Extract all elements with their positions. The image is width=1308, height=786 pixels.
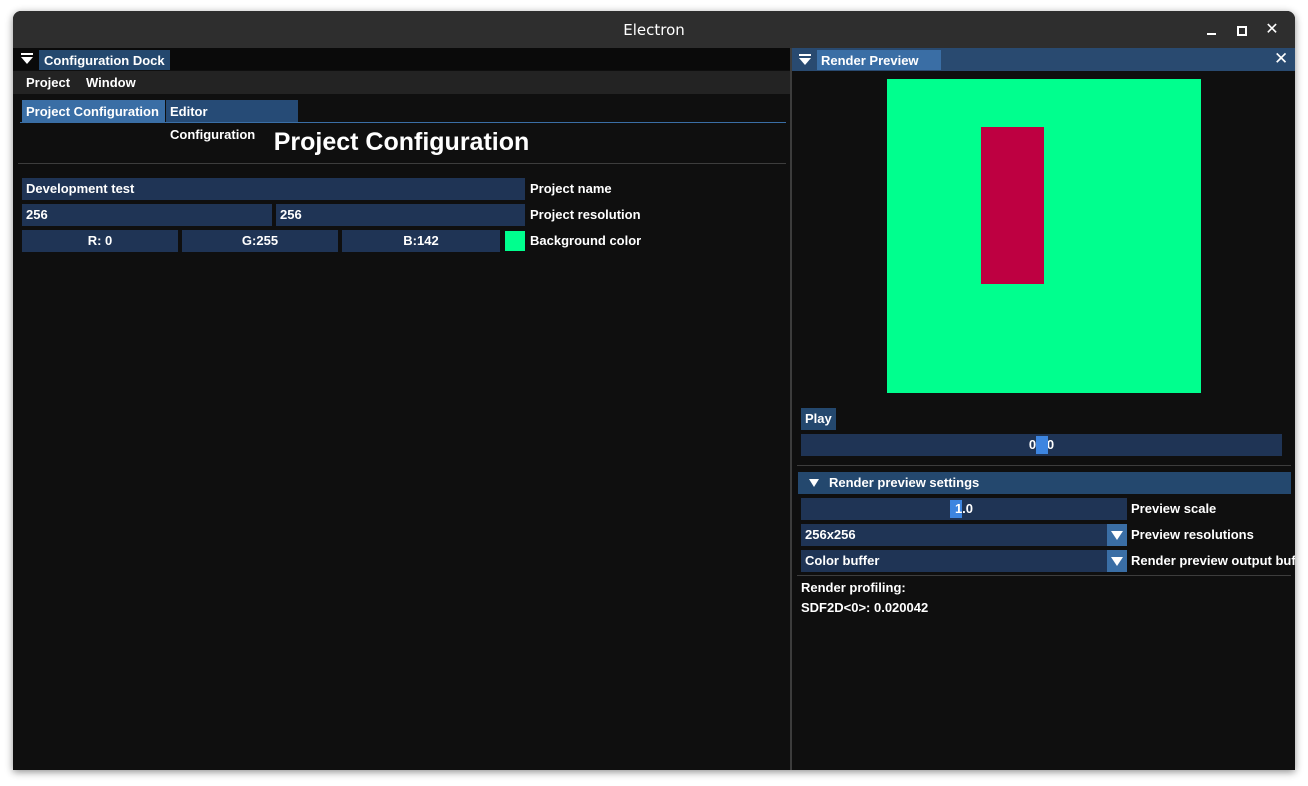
profiling-title: Render profiling: (801, 580, 906, 595)
resolution-width-input[interactable]: 256 (22, 204, 272, 226)
app-window: Electron ✕ Configuration Dock Project Wi… (13, 11, 1295, 770)
preview-resolution-select[interactable]: 256x256 (801, 524, 1107, 546)
close-window-button[interactable]: ✕ (1263, 21, 1281, 39)
minimize-button[interactable] (1203, 21, 1221, 39)
render-canvas (887, 79, 1201, 393)
divider (797, 465, 1291, 466)
divider (797, 575, 1291, 576)
tab-project-configuration[interactable]: Project Configuration (22, 100, 165, 122)
background-color-label: Background color (530, 233, 642, 248)
render-preview-panel: Render Preview ✕ Play 0.50 Render previe… (792, 48, 1295, 770)
play-button[interactable]: Play (801, 408, 836, 430)
collapse-arrow-icon (809, 479, 819, 487)
resolution-height-input[interactable]: 256 (276, 204, 525, 226)
tab-editor-configuration[interactable]: Editor Configuration (166, 100, 298, 142)
slider-grab-handle[interactable] (1036, 436, 1048, 454)
menu-window[interactable]: Window (86, 74, 136, 91)
page-title: Project Configuration (273, 128, 530, 156)
close-icon[interactable]: ✕ (1274, 49, 1288, 69)
menu-project[interactable]: Project (26, 74, 70, 91)
preview-resolution-label: Preview resolutions (1131, 527, 1254, 542)
color-b-input[interactable]: B:142 (342, 230, 500, 252)
tab-underline (20, 122, 786, 123)
project-name-input[interactable]: Development test (22, 178, 525, 200)
divider (18, 163, 786, 164)
minimize-icon (1207, 33, 1216, 35)
rendered-shape (981, 127, 1044, 284)
profiling-entry: SDF2D<0>: 0.020042 (801, 600, 929, 615)
render-preview-settings-header[interactable]: Render preview settings (798, 472, 1291, 494)
window-title: Electron (623, 21, 685, 39)
output-buffer-select[interactable]: Color buffer (801, 550, 1107, 572)
time-slider[interactable]: 0.50 (801, 434, 1282, 456)
color-r-input[interactable]: R: 0 (22, 230, 178, 252)
settings-header-label: Render preview settings (829, 475, 980, 490)
maximize-icon (1237, 26, 1247, 36)
configuration-dock: Configuration Dock Project Window Projec… (13, 48, 790, 770)
background-color-swatch[interactable] (505, 231, 525, 251)
color-g-input[interactable]: G:255 (182, 230, 338, 252)
render-preview-header: Render Preview ✕ (792, 48, 1295, 71)
title-bar: Electron ✕ (13, 11, 1295, 48)
tab-configuration-dock[interactable]: Configuration Dock (39, 50, 170, 70)
tab-render-preview[interactable]: Render Preview (817, 50, 941, 70)
preview-scale-value: 1.0 (954, 501, 974, 516)
dock-menu-arrow-icon[interactable] (21, 53, 33, 65)
preview-scale-slider[interactable]: 1.0 (801, 498, 1127, 520)
menu-bar: Project Window (13, 71, 790, 94)
project-resolution-label: Project resolution (530, 207, 641, 222)
preview-scale-label: Preview scale (1131, 501, 1217, 516)
maximize-button[interactable] (1233, 21, 1251, 39)
chevron-down-icon[interactable] (1107, 524, 1127, 546)
chevron-down-icon[interactable] (1107, 550, 1127, 572)
dock-menu-arrow-icon[interactable] (799, 54, 811, 66)
output-buffer-label: Render preview output buf (1131, 553, 1295, 568)
project-name-label: Project name (530, 181, 612, 196)
dock-header: Configuration Dock (13, 48, 790, 70)
